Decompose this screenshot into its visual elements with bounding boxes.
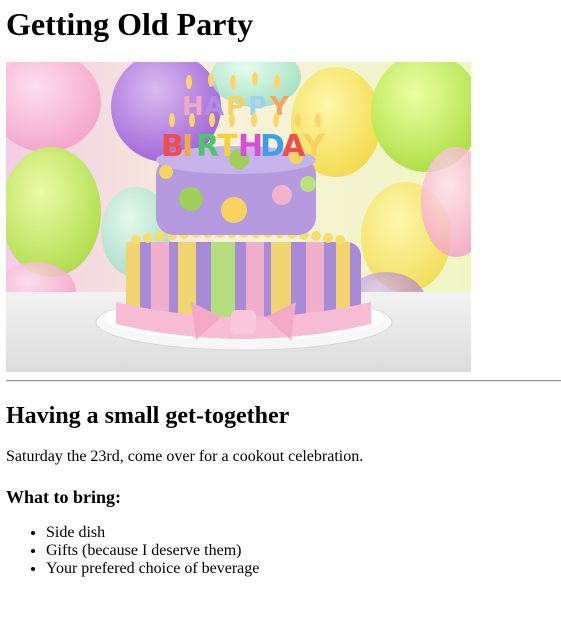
list-item: Your prefered choice of beverage — [46, 560, 561, 578]
event-heading: Having a small get-together — [6, 403, 290, 429]
page-title: Getting Old Party — [6, 6, 254, 42]
event-description: Saturday the 23rd, come over for a cooko… — [6, 448, 364, 465]
bring-list: Side dish Gifts (because I deserve them)… — [6, 524, 561, 578]
svg-text:R: R — [196, 129, 219, 164]
svg-text:T: T — [217, 129, 238, 164]
svg-text:I: I — [182, 129, 193, 164]
svg-text:P: P — [248, 92, 267, 122]
svg-text:B: B — [161, 129, 184, 164]
list-item: Side dish — [46, 524, 561, 542]
svg-text:Y: Y — [269, 92, 290, 122]
birthday-cake-image: H A P P Y B I R T H D A Y — [6, 62, 471, 372]
svg-text:Y: Y — [302, 129, 326, 164]
list-item: Gifts (because I deserve them) — [46, 542, 561, 560]
page-content: Getting Old Party H A P P Y B I R T H D … — [0, 6, 561, 578]
section-divider — [6, 380, 561, 382]
svg-text:P: P — [226, 92, 245, 122]
bring-heading: What to bring: — [6, 487, 122, 507]
